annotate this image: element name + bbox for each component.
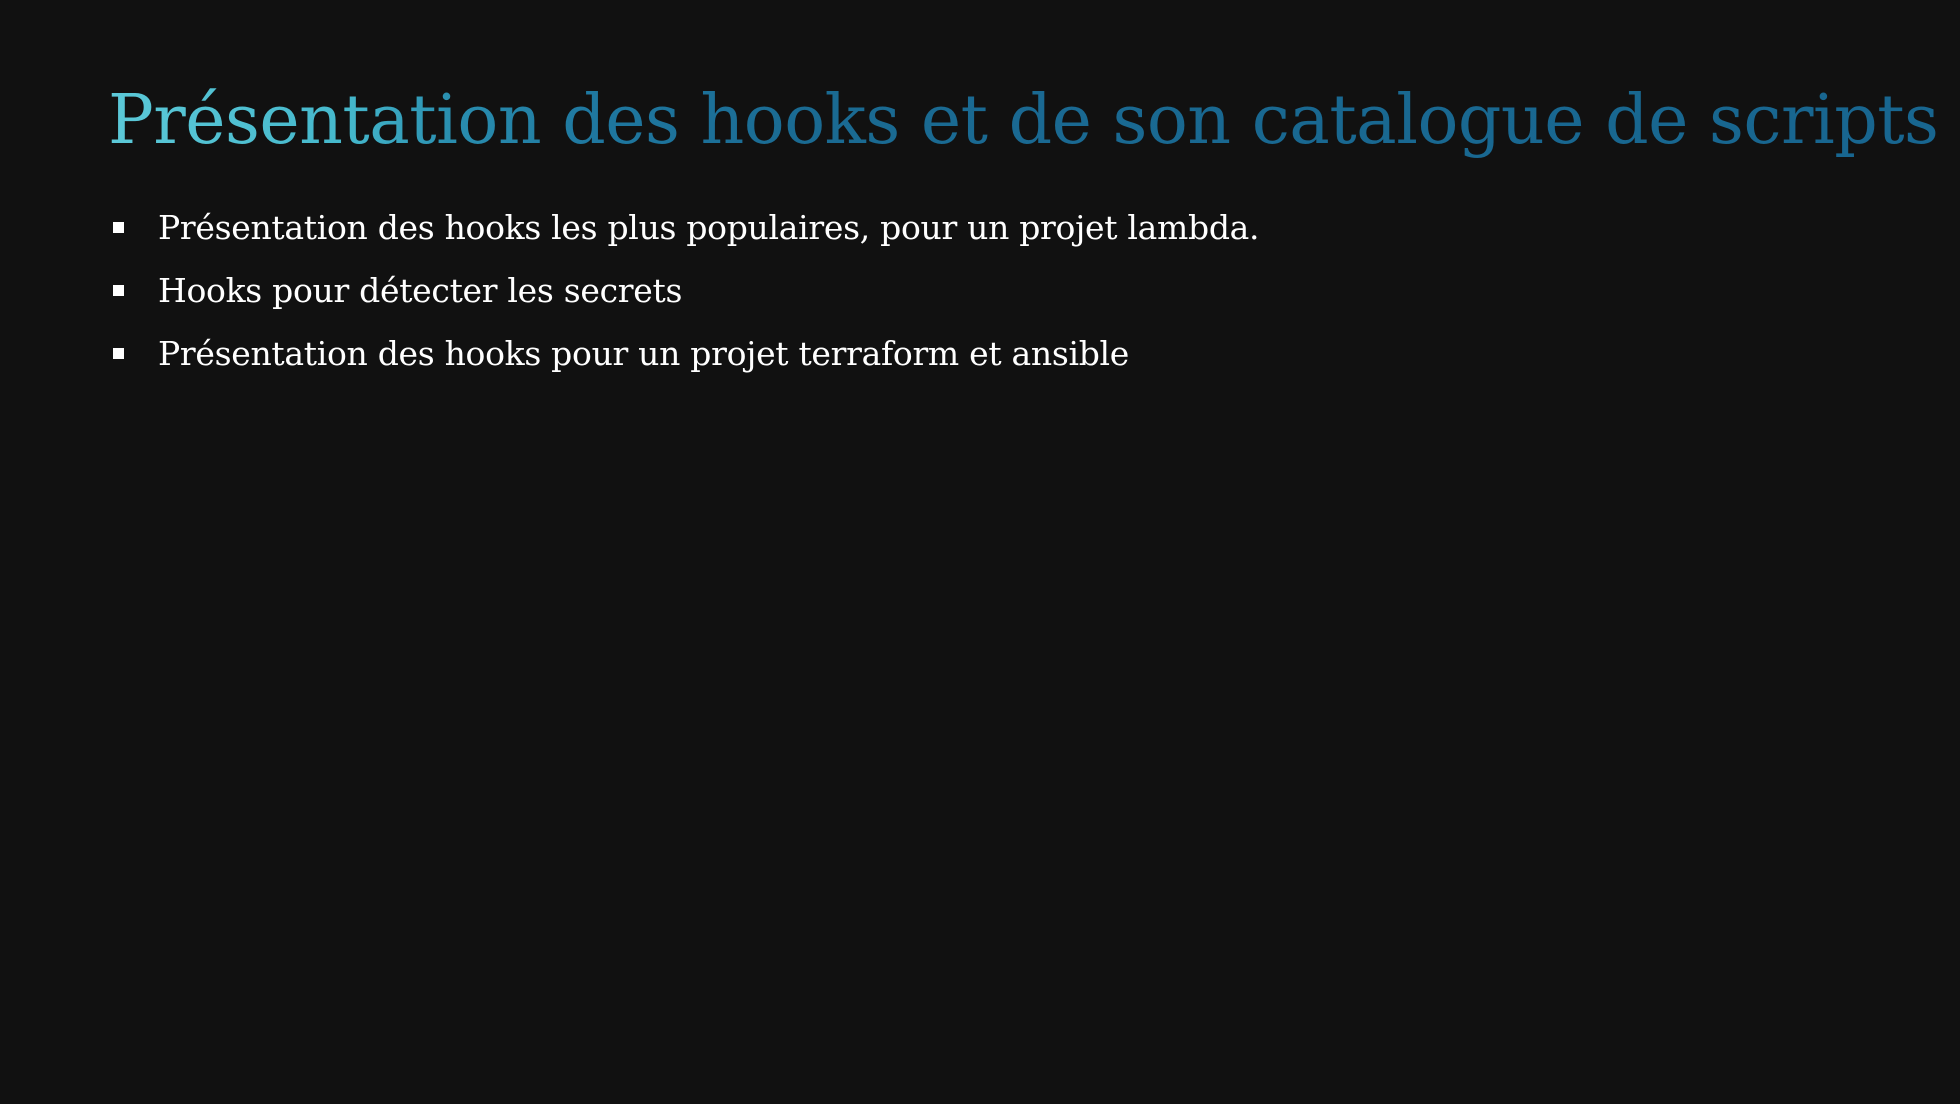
square-bullet-icon [113, 285, 124, 296]
bullet-item: Présentation des hooks pour un projet te… [108, 322, 1259, 385]
square-bullet-icon [113, 348, 124, 359]
slide-title: Présentation des hooks et de son catalog… [108, 76, 1939, 166]
bullet-text: Hooks pour détecter les secrets [158, 271, 683, 310]
bullet-list: Présentation des hooks les plus populair… [108, 196, 1260, 385]
slide: Présentation des hooks et de son catalog… [0, 0, 1960, 1104]
bullet-item: Hooks pour détecter les secrets [108, 259, 1259, 322]
bullet-text: Présentation des hooks pour un projet te… [158, 334, 1130, 373]
bullet-item: Présentation des hooks les plus populair… [108, 196, 1260, 259]
bullet-text: Présentation des hooks les plus populair… [158, 208, 1260, 247]
square-bullet-icon [113, 222, 124, 233]
